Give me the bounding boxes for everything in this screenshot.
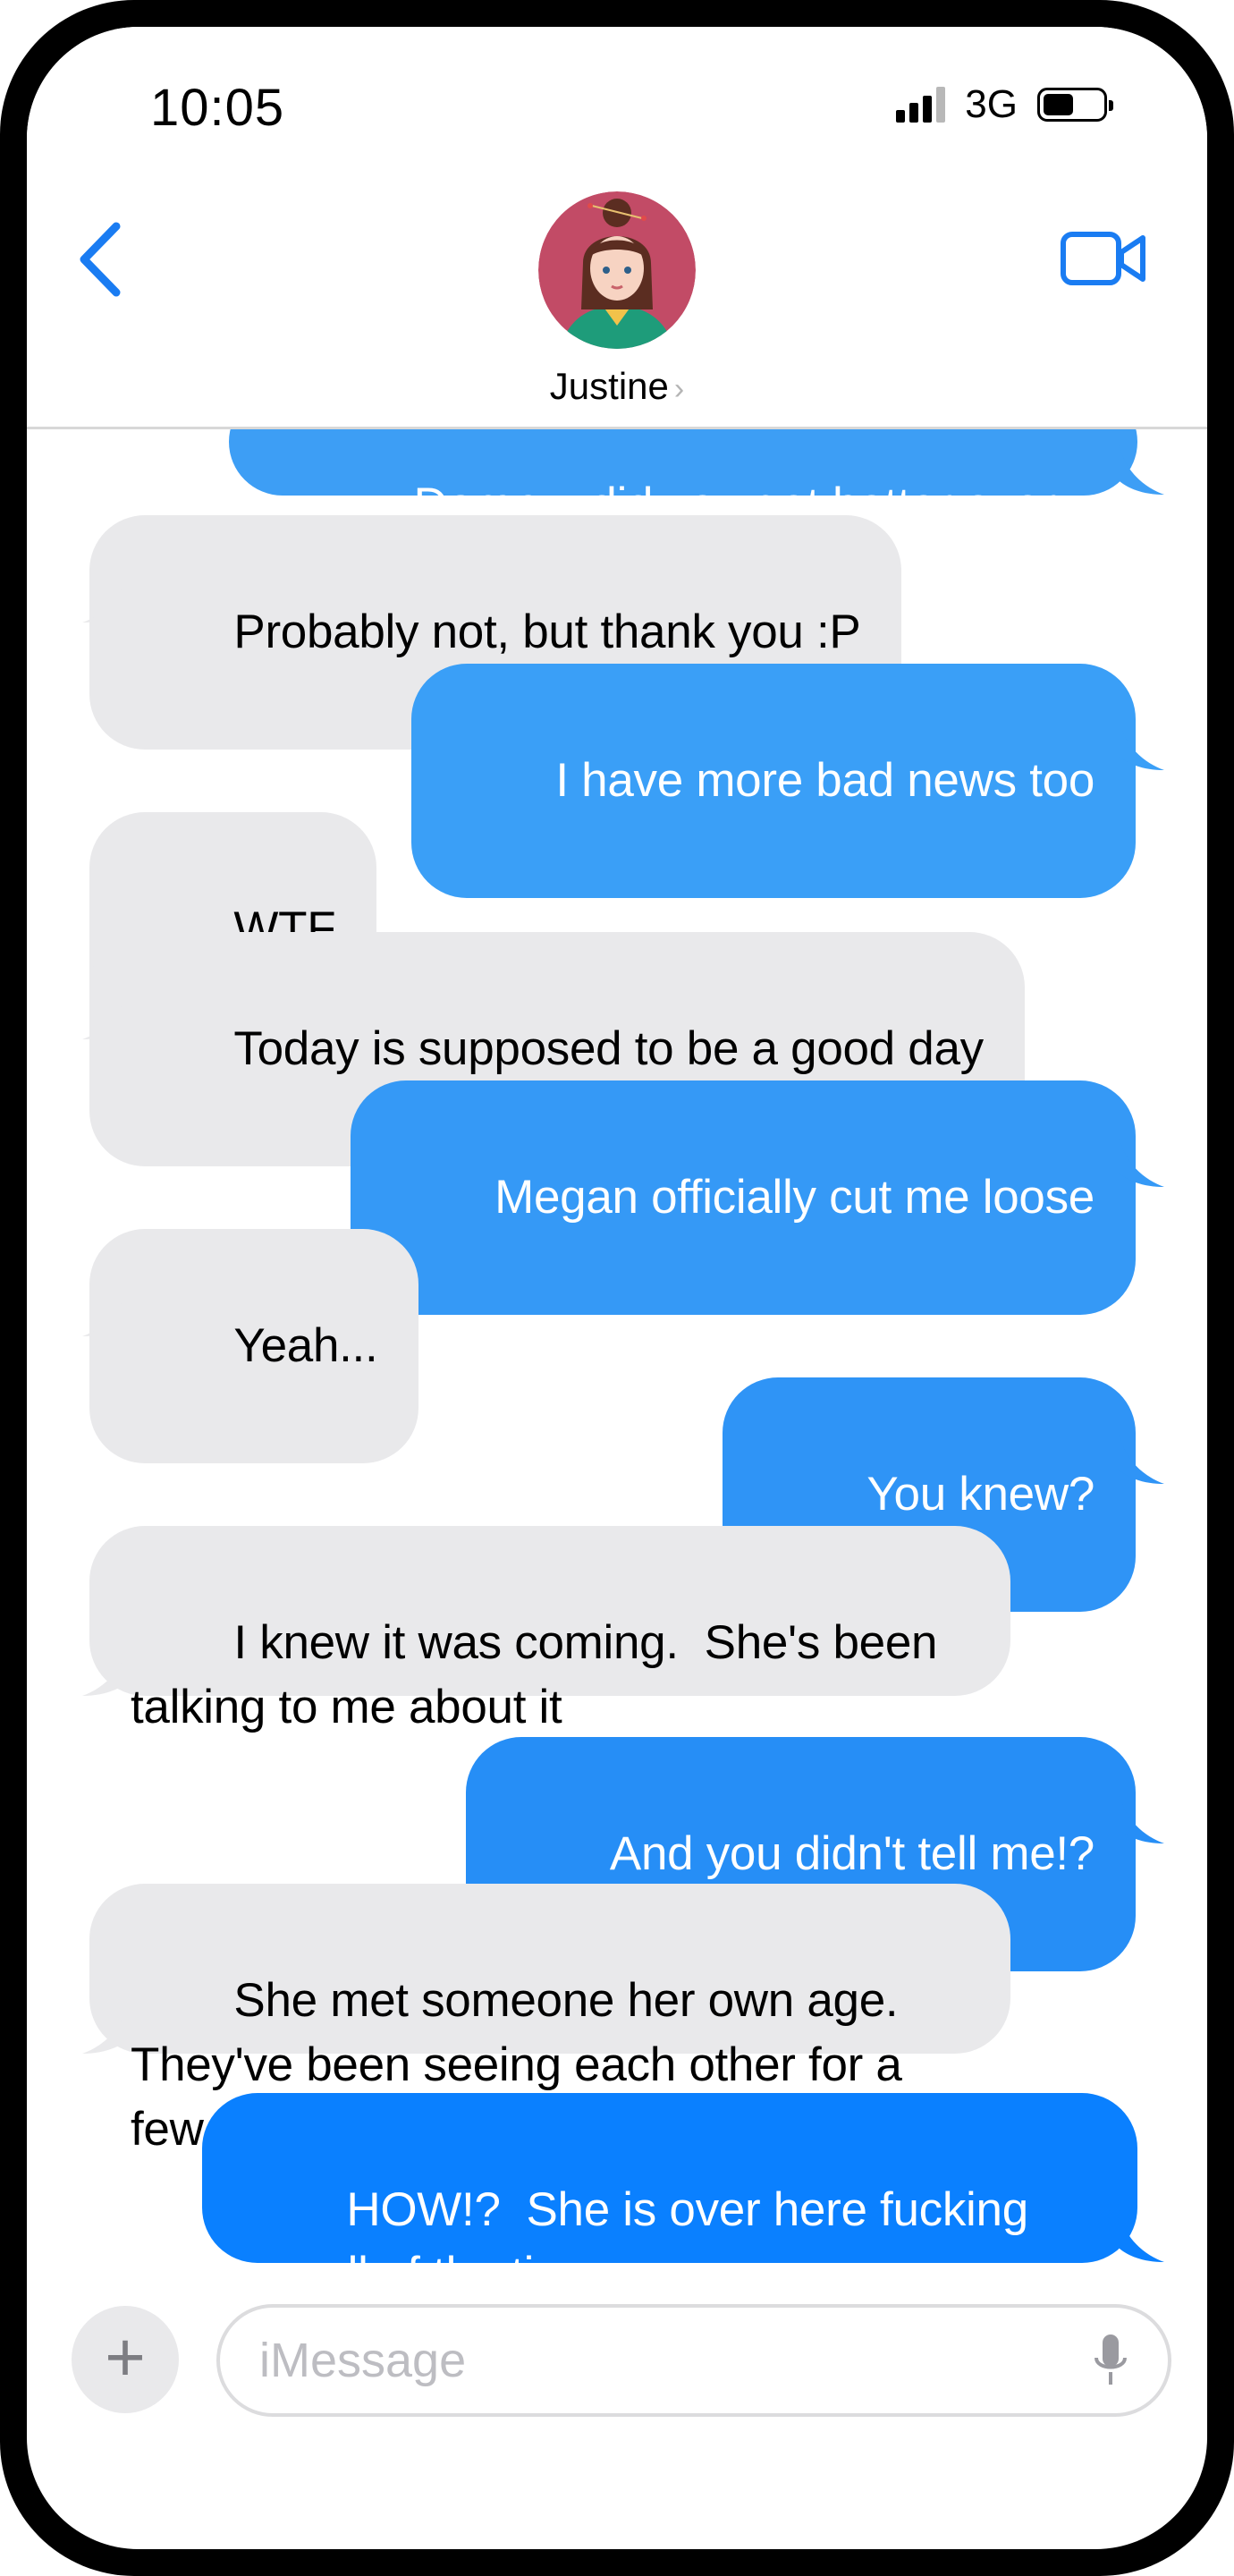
bubble-tail-received [82,1647,127,1696]
message-bubble-sent[interactable]: Megan officially cut me loose [350,1080,1136,1315]
message-bubble-sent[interactable]: I have more bad news too [410,664,1136,898]
chevron-right-icon: › [673,372,685,406]
back-chevron-icon[interactable] [73,219,127,300]
message-text: You knew? [866,1468,1095,1521]
message-text: Probably not, but thank you :P [233,606,861,658]
bubble-tail-sent [1120,1794,1164,1843]
message-text: I knew it was coming. She's been talking… [131,1616,951,1733]
message-text: Today is supposed to be a good day [233,1022,984,1075]
status-time: 10:05 [150,79,285,137]
bubble-tail-received [82,573,127,623]
signal-icon [896,87,946,123]
contact-avatar[interactable] [538,191,696,349]
bubble-tail-received [82,990,127,1039]
input-placeholder: iMessage [259,2334,467,2387]
phone-frame: Damn... did you get hotter over night? P… [0,0,1234,2576]
bubble-tail-received [82,2004,127,2054]
message-text: Yeah... [233,1319,378,1372]
message-bubble-received[interactable]: Yeah... [89,1229,419,1463]
message-text: Megan officially cut me loose [494,1171,1095,1224]
message-bubble-received[interactable]: She met someone her own age. They've bee… [89,1884,1010,2156]
microphone-icon[interactable] [1093,2333,1128,2388]
message-bubble-sent[interactable]: HOW!? She is over here fucking me all of… [202,2093,1137,2301]
battery-icon [1037,88,1113,122]
video-camera-icon[interactable] [1061,231,1146,286]
network-label: 3G [965,82,1018,126]
contact-name: Justine [549,365,669,407]
apps-plus-button[interactable]: + [72,2306,179,2413]
bubble-tail-sent [1120,1435,1164,1484]
message-text: And you didn't tell me!? [609,1827,1095,1880]
plus-icon: + [105,2318,146,2396]
message-bubble-received[interactable]: I knew it was coming. She's been talking… [89,1526,1010,1733]
conversation-header: 10:05 3G Justine › [27,27,1207,429]
message-text: HOW!? She is over here fucking me all of… [243,2183,1042,2301]
bubble-tail-sent [1120,721,1164,770]
imessage-input[interactable]: iMessage [216,2304,1171,2417]
bubble-tail-sent [1120,445,1164,495]
bubble-tail-sent [1120,2213,1164,2262]
message-text: I have more bad news too [555,754,1095,807]
contact-name-row[interactable]: Justine › [27,365,1207,408]
status-indicators: 3G [896,82,1113,127]
phone-screen: Damn... did you get hotter over night? P… [27,27,1207,2549]
bubble-tail-sent [1120,1138,1164,1187]
bubble-tail-received [82,1287,127,1336]
